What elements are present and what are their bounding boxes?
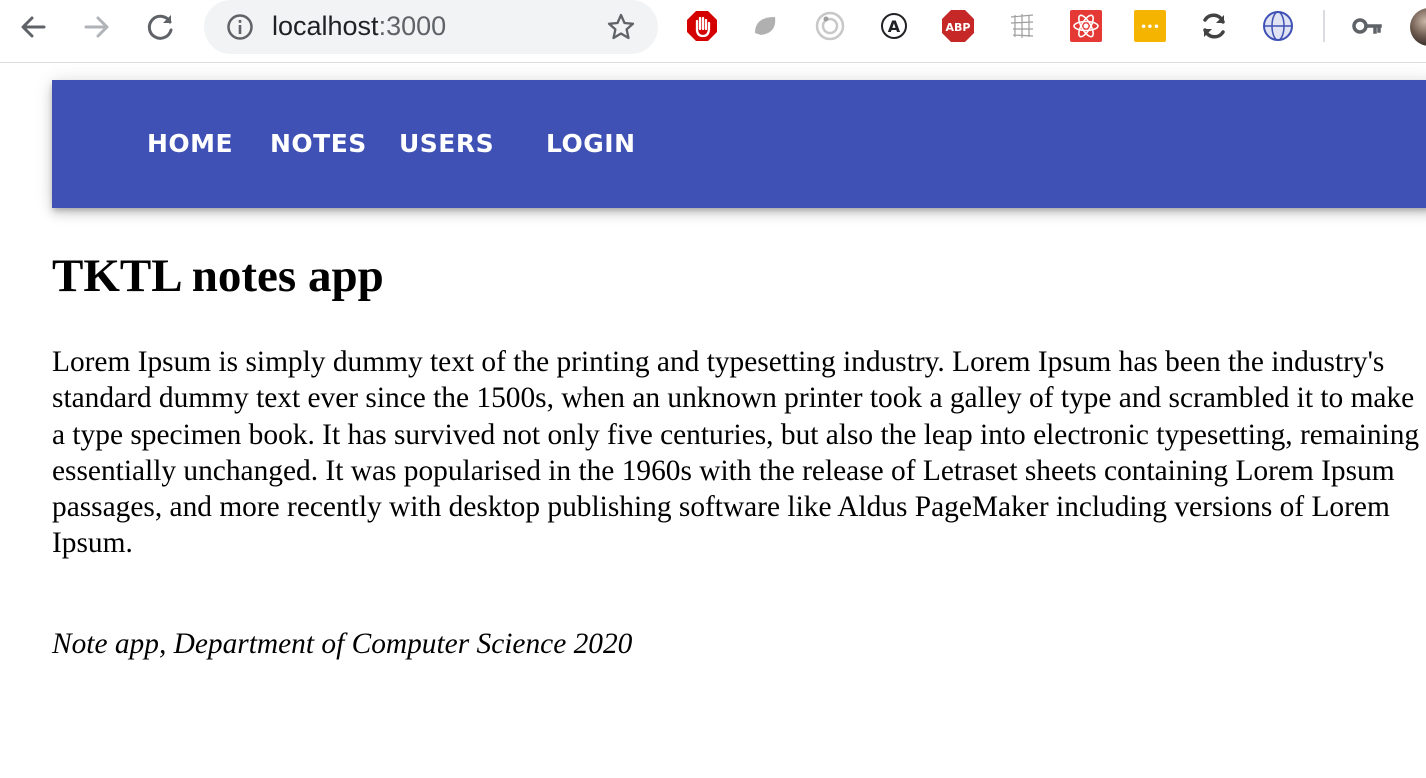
react-devtools-extension-icon[interactable] [1069,9,1103,43]
back-arrow-icon[interactable] [16,10,50,44]
page-title: TKTL notes app [52,250,384,302]
adblock-plus-extension-icon[interactable]: ABP [941,9,975,43]
svg-text:A: A [888,17,901,36]
lastpass-label: ••• [1140,22,1159,33]
sync-extension-icon[interactable] [1197,9,1231,43]
stop-hand-extension-icon[interactable] [685,9,719,43]
adblock-plus-label: ABP [946,21,971,34]
target-extension-icon[interactable] [813,9,847,43]
footer-text: Note app, Department of Computer Science… [52,628,633,660]
forward-arrow-icon[interactable] [80,10,114,44]
address-bar[interactable]: localhost:3000 [204,0,658,54]
reload-icon[interactable] [144,10,178,44]
key-icon[interactable] [1350,9,1384,43]
avatar[interactable] [1410,8,1426,46]
url-text[interactable]: localhost:3000 [272,11,446,41]
toolbar-separator [1323,10,1325,42]
app-bar: HOME NOTES USERS LOGIN [52,80,1426,208]
url-host: localhost [272,11,379,41]
nav-notes-link[interactable]: NOTES [270,128,367,160]
globe-extension-icon[interactable] [1261,9,1295,43]
a-circle-extension-icon[interactable]: A [877,9,911,43]
nav-users-link[interactable]: USERS [399,128,494,160]
lastpass-extension-icon[interactable]: ••• [1133,9,1167,43]
nav-login-link[interactable]: LOGIN [546,128,636,160]
grey-leaf-extension-icon[interactable] [749,9,783,43]
grid-sketch-extension-icon[interactable] [1005,9,1039,43]
nav-home-link[interactable]: HOME [147,128,233,160]
browser-toolbar: localhost:3000 A ABP ••• [0,0,1426,63]
url-port: :3000 [378,11,447,41]
lorem-paragraph: Lorem Ipsum is simply dummy text of the … [52,346,1420,560]
info-icon[interactable] [226,13,254,41]
star-icon[interactable] [606,12,636,42]
